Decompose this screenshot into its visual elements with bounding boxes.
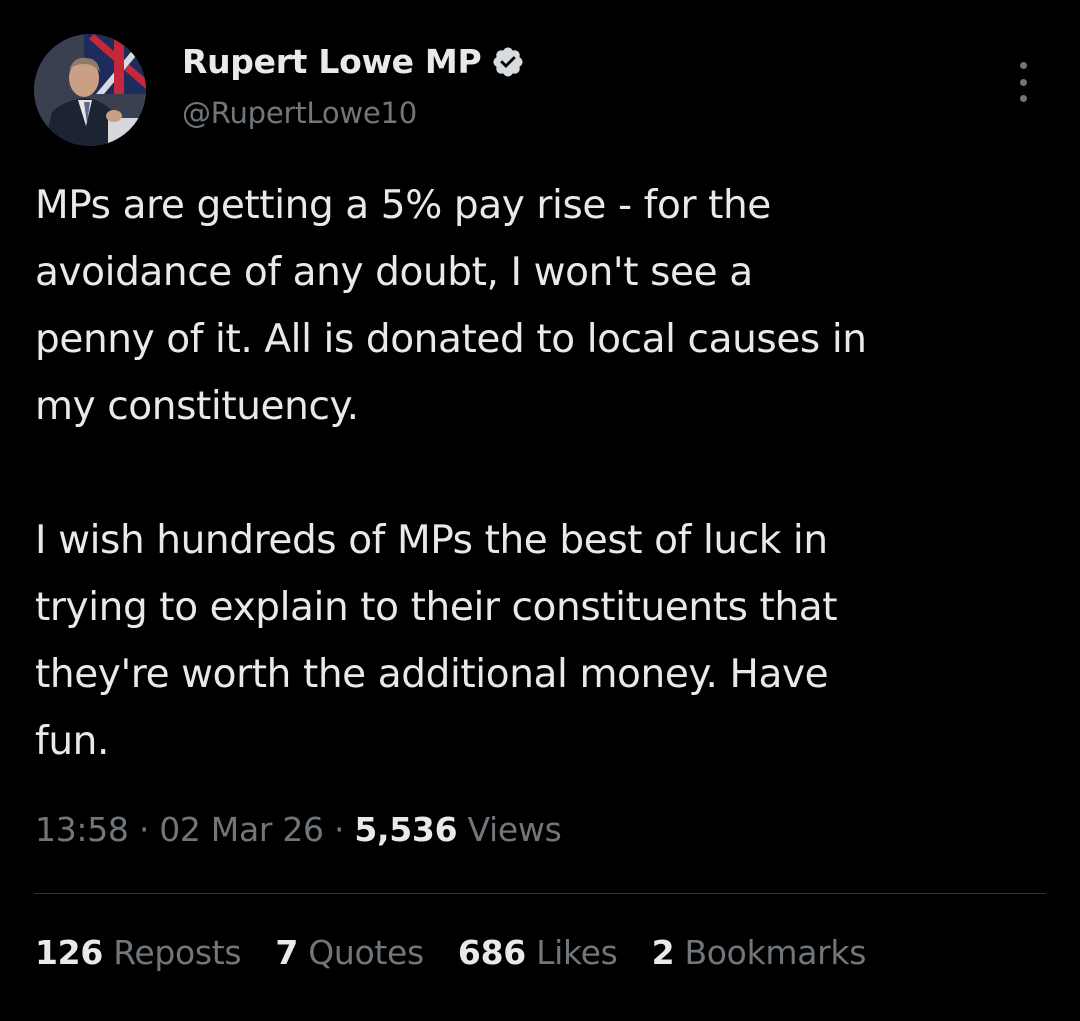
divider (34, 893, 1046, 894)
reposts-stat[interactable]: 126 Reposts (35, 933, 242, 972)
quotes-label: Quotes (308, 933, 424, 972)
tweet-paragraph: I wish hundreds of MPs the best of luck … (35, 518, 838, 764)
reposts-count: 126 (35, 933, 103, 972)
reposts-label: Reposts (113, 933, 242, 972)
meta-separator: · (138, 810, 150, 849)
tweet-date[interactable]: 02 Mar 26 (159, 810, 324, 849)
likes-stat[interactable]: 686 Likes (458, 933, 618, 972)
more-dot (1019, 78, 1027, 86)
author-display-name[interactable]: Rupert Lowe MP (182, 42, 482, 81)
tweet-header: Rupert Lowe MP @RupertLowe10 (34, 34, 1046, 146)
tweet-paragraph: MPs are getting a 5% pay rise - for the … (35, 183, 867, 429)
bookmarks-count: 2 (651, 933, 675, 972)
profile-photo (34, 34, 146, 146)
verified-badge-icon (491, 45, 525, 79)
meta-separator: · (333, 810, 345, 849)
views-count: 5,536 (354, 810, 458, 849)
likes-label: Likes (536, 933, 618, 972)
tweet-meta: 13:58 · 02 Mar 26 · 5,536 Views (35, 810, 562, 849)
quotes-stat[interactable]: 7 Quotes (275, 933, 424, 972)
engagement-stats: 126 Reposts 7 Quotes 686 Likes 2 Bookmar… (35, 933, 900, 972)
more-dot (1019, 62, 1027, 69)
more-dot (1019, 95, 1027, 102)
bookmarks-label: Bookmarks (684, 933, 867, 972)
bookmarks-stat[interactable]: 2 Bookmarks (652, 933, 867, 972)
author-handle[interactable]: @RupertLowe10 (182, 96, 417, 130)
tweet-body: MPs are getting a 5% pay rise - for the … (35, 172, 1055, 775)
views-label: Views (467, 810, 562, 849)
avatar[interactable] (34, 34, 146, 146)
author-name-row: Rupert Lowe MP (182, 42, 525, 81)
more-options-icon[interactable] (1016, 62, 1030, 102)
tweet-time[interactable]: 13:58 (35, 810, 129, 849)
likes-count: 686 (457, 933, 526, 972)
quotes-count: 7 (275, 933, 298, 972)
